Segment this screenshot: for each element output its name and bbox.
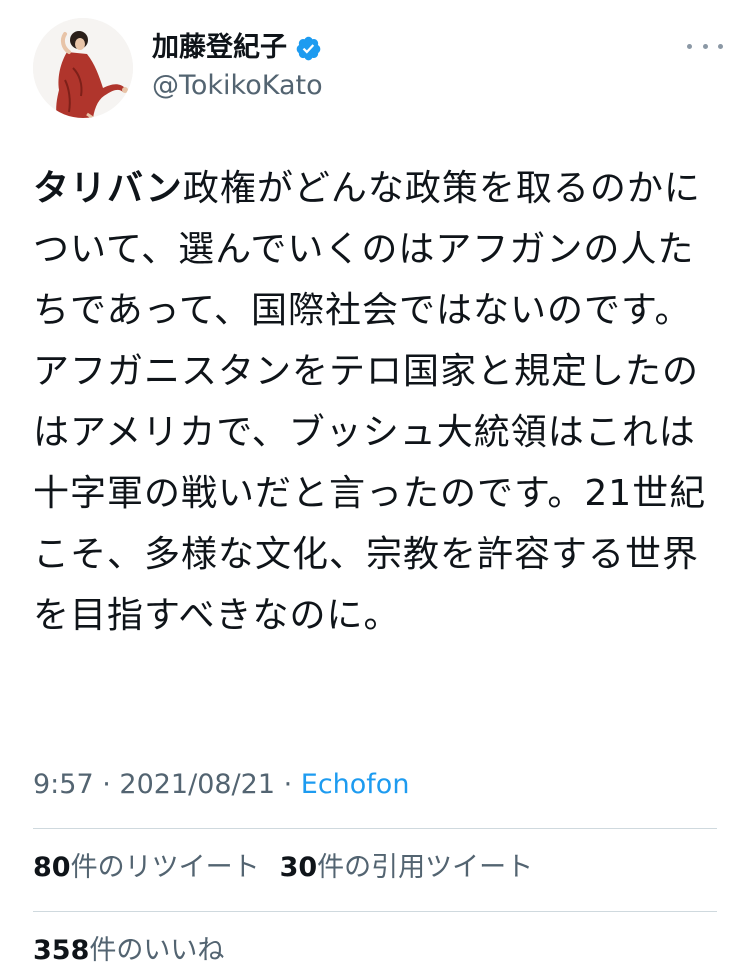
meta-separator: · — [275, 769, 301, 800]
engagement-row-1: 80件のリツイート 30件の引用ツイート — [33, 850, 533, 886]
more-dot — [718, 43, 723, 49]
meta-separator: · — [93, 769, 120, 800]
divider — [33, 828, 717, 829]
tweet-meta: 9:57 · 2021/08/21 · Echofon — [33, 767, 409, 803]
more-options-icon[interactable] — [687, 36, 723, 56]
more-dot — [687, 43, 692, 49]
likes-label: 件のいいね — [89, 935, 225, 966]
author-names: 加藤登紀子 @TokikoKato — [152, 30, 323, 105]
author-display-name-row[interactable]: 加藤登紀子 — [152, 30, 323, 66]
more-dot — [702, 43, 708, 49]
tweet-text: タリバン政権がどんな政策を取るのかについて、選んでいくのはアフガンの人たちであっ… — [33, 158, 709, 646]
retweets-stat[interactable]: 80件のリツイート — [33, 852, 260, 883]
quotes-count: 30 — [279, 852, 318, 883]
divider — [33, 911, 717, 912]
retweets-label: 件のリツイート — [70, 852, 260, 883]
tweet-header: 加藤登紀子 @TokikoKato — [33, 18, 723, 118]
tweet-text-bold-lead: タリバン — [33, 168, 183, 209]
tweet-text-rest: 政権がどんな政策を取るのかについて、選んでいくのはアフガンの人たちであって、国際… — [33, 168, 707, 636]
retweets-count: 80 — [33, 852, 71, 883]
author-handle[interactable]: @TokikoKato — [152, 67, 323, 105]
tweet-date[interactable]: 2021/08/21 — [119, 769, 275, 800]
avatar[interactable] — [33, 18, 133, 118]
quotes-stat[interactable]: 30件の引用ツイート — [280, 852, 534, 883]
engagement-row-2: 358件のいいね — [33, 933, 224, 969]
author-display-name[interactable]: 加藤登紀子 — [152, 30, 287, 66]
verified-badge-icon — [296, 36, 321, 60]
tweet-source-link[interactable]: Echofon — [301, 769, 410, 800]
tweet-detail: 加藤登紀子 @TokikoKato タリバン政権がどんな政策を取るのかについて、… — [0, 0, 750, 969]
tweet-time[interactable]: 9:57 — [33, 769, 94, 800]
avatar-image — [33, 18, 133, 118]
likes-stat[interactable]: 358件のいいね — [33, 935, 224, 966]
likes-count: 358 — [33, 935, 90, 966]
quotes-label: 件の引用ツイート — [317, 852, 534, 883]
